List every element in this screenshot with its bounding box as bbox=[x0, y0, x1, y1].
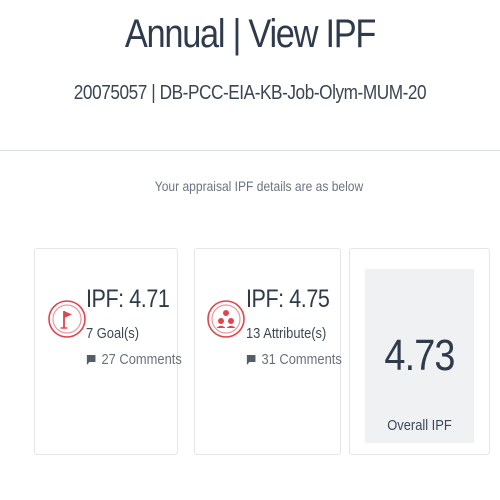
overall-ipf-box: 4.73 Overall IPF bbox=[365, 269, 474, 443]
attributes-count[interactable]: 13 Attribute(s) bbox=[246, 325, 342, 342]
overall-ipf-label: Overall IPF bbox=[387, 417, 452, 434]
intro-text: Your appraisal IPF details are as below bbox=[154, 178, 364, 194]
people-icon bbox=[207, 300, 245, 338]
goals-comments-link[interactable]: 27 Comments bbox=[86, 351, 182, 368]
page-subtitle: 20075057 | DB-PCC-EIA-KB-Job-Olym-MUM-20 bbox=[73, 82, 427, 104]
divider bbox=[0, 150, 500, 151]
goals-comments-label: 27 Comments bbox=[101, 351, 182, 368]
attributes-ipf-value: IPF: 4.75 bbox=[246, 285, 330, 313]
attributes-ipf-card: IPF: 4.75 13 Attribute(s) 31 Comments bbox=[194, 248, 342, 455]
page-title: Annual | View IPF bbox=[124, 12, 377, 56]
goals-count[interactable]: 7 Goal(s) bbox=[86, 325, 182, 342]
overall-ipf-card: 4.73 Overall IPF bbox=[349, 248, 490, 455]
comment-icon bbox=[86, 354, 96, 365]
goals-ipf-card: IPF: 4.71 7 Goal(s) 27 Comments bbox=[34, 248, 182, 455]
flag-icon bbox=[48, 300, 86, 338]
goals-ipf-value: IPF: 4.71 bbox=[86, 285, 170, 313]
attributes-comments-link[interactable]: 31 Comments bbox=[246, 351, 342, 368]
overall-ipf-value: 4.73 bbox=[384, 331, 455, 380]
attributes-comments-label: 31 Comments bbox=[261, 351, 342, 368]
comment-icon bbox=[246, 354, 256, 365]
